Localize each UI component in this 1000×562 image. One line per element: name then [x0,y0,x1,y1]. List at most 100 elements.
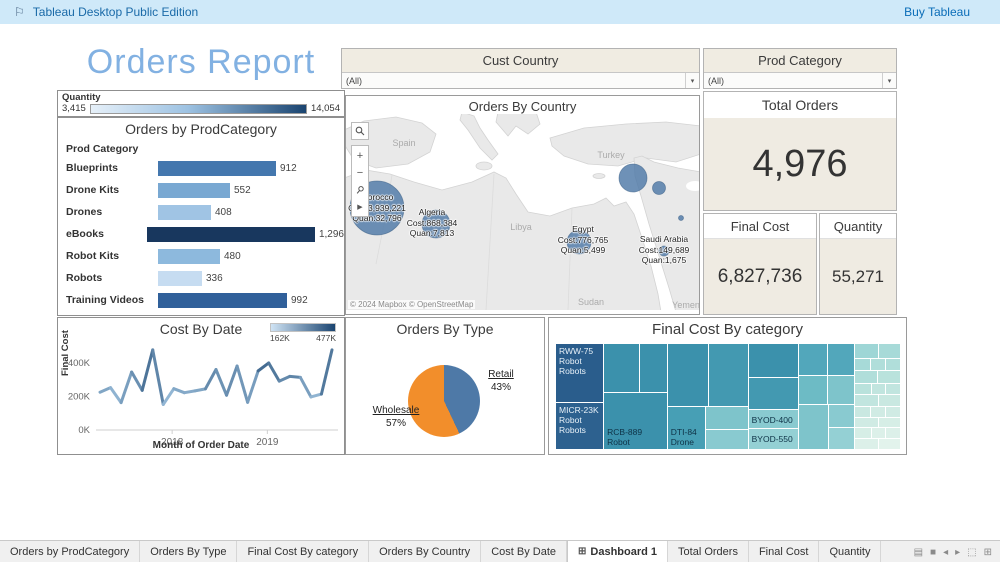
line-segment [205,370,216,389]
bar-category-label: Drones [66,206,158,218]
treemap-cell[interactable] [749,378,799,411]
sheet-tab-orders-by-type[interactable]: Orders By Type [140,541,237,562]
treemap-cell[interactable] [829,405,855,428]
treemap-cell[interactable] [855,418,879,429]
treemap-cell-byod-550[interactable]: BYOD-550 [749,429,799,449]
chevron-down-icon[interactable]: ▾ [685,73,699,88]
treemap-cell[interactable] [855,344,879,359]
treemap-cell[interactable] [871,359,886,372]
treemap-cell[interactable] [879,344,900,359]
treemap-cell[interactable] [855,384,872,396]
treemap-cell[interactable] [855,428,872,439]
bar-mark[interactable] [158,249,220,264]
zoom-in-button[interactable]: + [352,147,368,164]
treemap-cell-label: MICR-23K [559,405,601,415]
bar-category-label: eBooks [66,228,147,240]
treemap-cell[interactable] [828,344,856,376]
treemap-cell-byod-400[interactable]: BYOD-400 [749,410,799,429]
bar-category-label: Training Videos [66,294,158,306]
bar-category-label: Robot Kits [66,250,158,262]
bar-mark[interactable] [147,227,315,242]
treemap-cell[interactable] [749,344,799,378]
treemap-cell[interactable] [879,418,900,429]
treemap-cell[interactable] [706,430,749,449]
treemap-cell[interactable] [855,371,877,384]
treemap-cell[interactable] [872,384,886,396]
treemap-cell[interactable] [668,344,709,407]
treemap-cell[interactable] [879,395,900,407]
bar-mark[interactable] [158,161,276,176]
treemap-cell[interactable] [829,428,855,449]
treemap-cell[interactable] [855,359,870,372]
bar-mark[interactable] [158,183,230,198]
y-tick-label: 400K [68,358,91,369]
tab-label: Orders By Country [379,546,470,558]
zoom-out-button[interactable]: − [352,164,368,181]
treemap-cell[interactable] [855,407,870,418]
treemap-cell[interactable] [878,371,900,384]
treemap-cell[interactable] [886,359,900,372]
prev-tab-icon[interactable]: ◂ [943,547,948,558]
legend-title: Quantity [62,92,340,103]
show-tabs-icon[interactable]: ■ [930,547,936,558]
map-search-button[interactable] [351,122,369,140]
treemap-cell[interactable] [886,384,900,396]
map-annotation: EgyptCost:776,765Quan:5,499 [549,224,617,256]
treemap-cell[interactable] [855,395,879,407]
treemap-cell[interactable] [828,376,856,405]
treemap-cell[interactable] [799,344,828,376]
sheet-tab-final-cost[interactable]: Final Cost [749,541,820,562]
filmstrip-icon[interactable]: ▤ [914,547,923,558]
treemap-cell[interactable] [799,376,828,405]
sheet-tab-orders-by-prodcategory[interactable]: Orders by ProdCategory [0,541,140,562]
chevron-down-icon[interactable]: ▾ [882,73,896,88]
treemap-cell[interactable] [886,428,900,439]
buy-tableau-link[interactable]: Buy Tableau [904,5,970,19]
treemap-cell-micr-23k[interactable]: MICR-23KRobotRobots [556,403,604,449]
bar-row: Robot Kits480 [58,245,344,267]
slice-label: Wholesale [360,404,432,417]
bar-mark[interactable] [158,205,211,220]
map-pin-button[interactable] [352,181,368,198]
treemap-cell-rww-75[interactable]: RWW-75RobotRobots [556,344,604,403]
treemap-cell[interactable] [871,407,886,418]
sheet-tab-total-orders[interactable]: Total Orders [668,541,749,562]
legend-gradient[interactable] [90,104,307,114]
map-annotation-line: Cost:776,765 [549,235,617,246]
map-bubble[interactable] [619,164,647,192]
sheet-tab-cost-by-date[interactable]: Cost By Date [481,541,567,562]
treemap-cell-dti-84[interactable]: DTI-84Drone [668,407,706,449]
treemap-cell[interactable] [879,439,900,450]
treemap-cell[interactable] [706,407,749,430]
treemap-cell-rcb-889-robot[interactable]: RCB-889 Robot [604,393,668,449]
next-tab-icon[interactable]: ▸ [955,547,960,558]
treemap-cell[interactable] [886,407,900,418]
map-bubble[interactable] [679,216,684,221]
treemap-cell[interactable] [855,439,879,450]
treemap-cell[interactable] [640,344,668,393]
slice-percent: 43% [471,381,531,394]
map-annotation-line: Cost:868,384 [398,218,466,229]
treemap-cell[interactable] [709,344,749,407]
sheet-tab-orders-by-country[interactable]: Orders By Country [369,541,481,562]
treemap-cell[interactable] [604,344,640,393]
cust-country-dropdown[interactable]: (All) ▾ [342,73,699,88]
sheet-tab-dashboard-1[interactable]: ⊞Dashboard 1 [567,541,668,562]
sheet-tab-quantity[interactable]: Quantity [819,541,881,562]
treemap-cell[interactable] [799,405,830,449]
bar-mark[interactable] [158,293,287,308]
slice-label: Retail [471,368,531,381]
new-dashboard-icon[interactable]: ⊞ [984,547,992,558]
legend-gradient[interactable] [270,323,336,332]
line-segment [321,350,332,394]
prod-category-dropdown[interactable]: (All) ▾ [704,73,896,88]
map-canvas[interactable]: SpainTurkeyLibyaSudanYemen MoroccoCost:3… [346,114,699,310]
map-bubble[interactable] [653,182,666,195]
line-chart[interactable]: 0K200K400K20182019 [58,338,344,450]
line-segment [121,372,132,403]
sheet-tab-final-cost-by-category[interactable]: Final Cost By category [237,541,369,562]
map-pan-button[interactable]: ▶ [352,198,368,215]
bar-mark[interactable] [158,271,202,286]
new-worksheet-icon[interactable]: ⬚ [967,547,976,558]
treemap-cell[interactable] [872,428,886,439]
